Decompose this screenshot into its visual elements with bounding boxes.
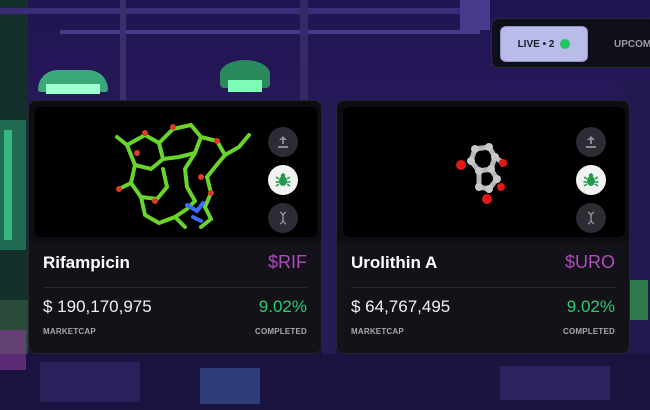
tab-upcoming-label: UPCOMI: [614, 38, 650, 50]
molecule-viewer[interactable]: [343, 107, 625, 237]
divider: [351, 287, 615, 288]
card-1-bug-button[interactable]: [268, 165, 298, 195]
card-1-dna-button[interactable]: [268, 203, 298, 233]
completion-percent: 9.02%: [566, 297, 615, 316]
marketcap-value: $ 64,767,495: [351, 297, 451, 316]
card-2-bug-button[interactable]: [576, 165, 606, 195]
bug-icon: [275, 173, 291, 187]
dna-icon: [279, 211, 287, 225]
token-card-rifampicin[interactable]: Rifampicin $RIF $ 190,170,975 9.02% MARK…: [28, 100, 322, 354]
divider: [43, 287, 307, 288]
card-2-dna-button[interactable]: [576, 203, 606, 233]
card-info: Urolithin A $URO $ 64,767,495 9.02% MARK…: [337, 241, 629, 353]
bug-icon: [583, 173, 599, 187]
molecule-viewer[interactable]: [35, 107, 317, 237]
tab-switcher: LIVE • 2 UPCOMI: [491, 18, 650, 68]
tab-upcoming[interactable]: UPCOMI: [614, 26, 650, 62]
marketcap-label: MARKETCAP: [351, 327, 404, 336]
token-ticker: $URO: [564, 252, 615, 272]
marketcap-label: MARKETCAP: [43, 327, 96, 336]
token-name: Rifampicin: [43, 253, 130, 272]
token-name: Urolithin A: [351, 253, 438, 272]
completed-label: COMPLETED: [254, 327, 307, 336]
tab-live-label: LIVE • 2: [517, 38, 555, 50]
card-2-upload-button[interactable]: [576, 127, 606, 157]
completion-percent: 9.02%: [258, 297, 307, 316]
tab-live[interactable]: LIVE • 2: [500, 26, 588, 62]
card-1-upload-button[interactable]: [268, 127, 298, 157]
token-card-urolithin-a[interactable]: Urolithin A $URO $ 64,767,495 9.02% MARK…: [336, 100, 630, 354]
dna-icon: [587, 211, 595, 225]
card-info: Rifampicin $RIF $ 190,170,975 9.02% MARK…: [29, 241, 321, 353]
marketcap-value: $ 190,170,975: [43, 297, 152, 316]
token-ticker: $RIF: [267, 252, 307, 272]
completed-label: COMPLETED: [562, 327, 615, 336]
upload-icon: [278, 136, 288, 148]
live-status-dot: [560, 39, 571, 49]
upload-icon: [586, 136, 596, 148]
